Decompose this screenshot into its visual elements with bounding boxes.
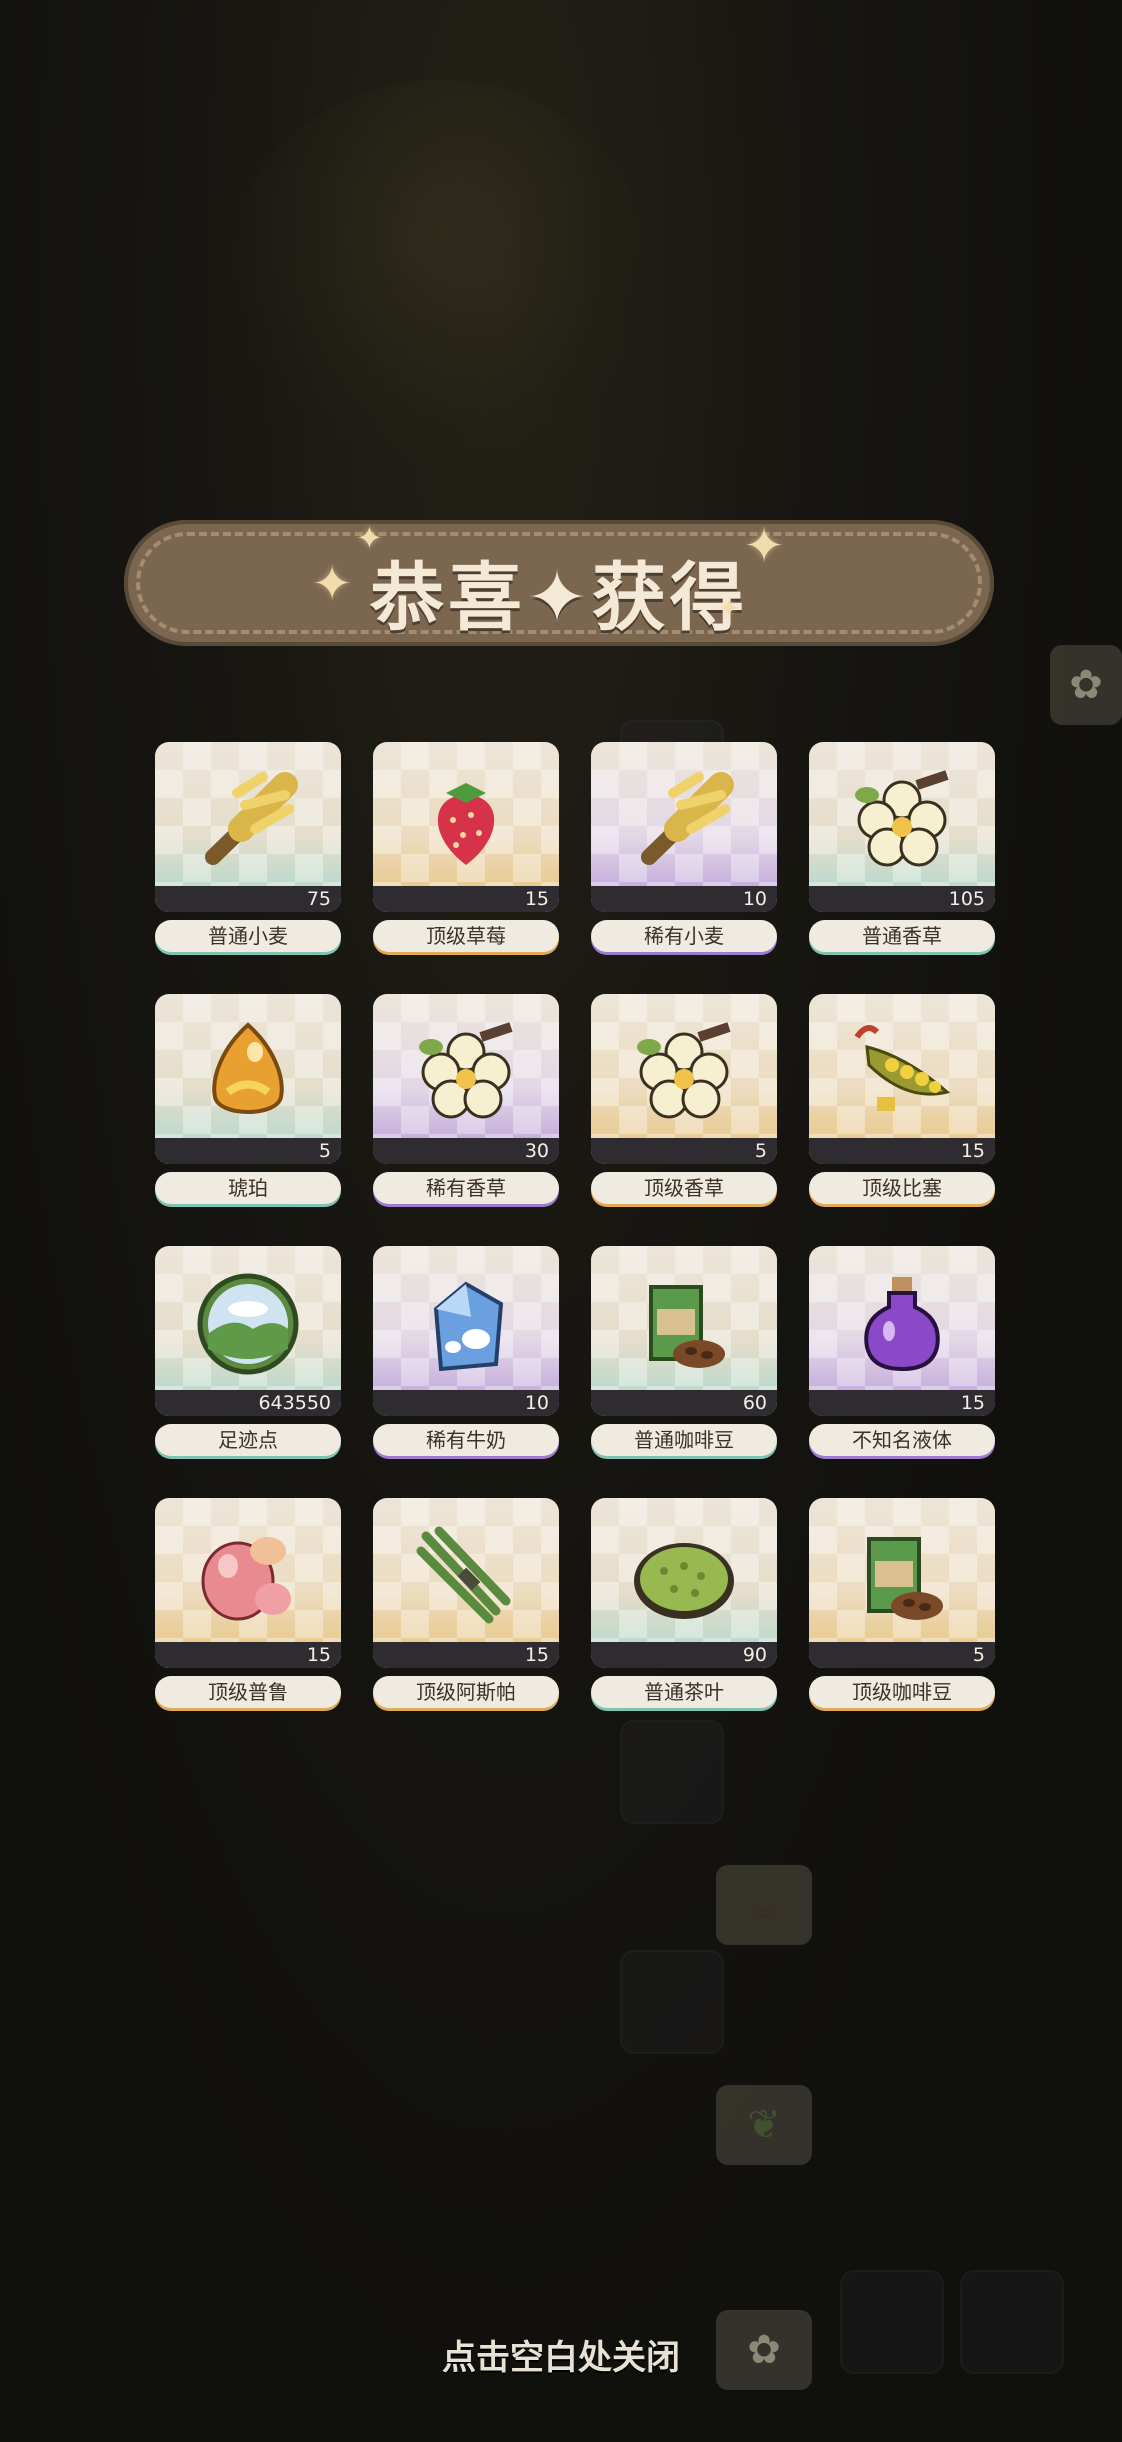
reward-card[interactable]: 5 琥珀 (155, 994, 341, 1212)
vanilla-flower-icon (842, 760, 962, 880)
strawberry-icon (406, 760, 526, 880)
reward-name: 不知名液体 (809, 1424, 995, 1456)
reward-frame: 15 (373, 1498, 559, 1668)
sparkle-icon: ✦ (744, 518, 785, 574)
reward-name: 稀有小麦 (591, 920, 777, 952)
reward-frame: 10 (591, 742, 777, 912)
reward-count: 105 (809, 886, 995, 912)
landscape-orb-icon (188, 1264, 308, 1384)
potion-bottle-icon (842, 1264, 962, 1384)
reward-count: 643550 (155, 1390, 341, 1416)
reward-frame: 105 (809, 742, 995, 912)
reward-frame: 75 (155, 742, 341, 912)
reward-frame: 15 (809, 1246, 995, 1416)
reward-name: 琥珀 (155, 1172, 341, 1204)
reward-frame: 60 (591, 1246, 777, 1416)
reward-count: 30 (373, 1138, 559, 1164)
reward-card[interactable]: 15 顶级普鲁 (155, 1498, 341, 1716)
reward-frame: 5 (155, 994, 341, 1164)
reward-frame: 643550 (155, 1246, 341, 1416)
tea-leaves-bowl-icon (624, 1516, 744, 1636)
reward-count: 5 (591, 1138, 777, 1164)
reward-card[interactable]: 15 顶级比塞 (809, 994, 995, 1212)
banner-title: 恭喜✦获得 (369, 555, 748, 641)
reward-count: 5 (809, 1642, 995, 1668)
reward-card[interactable]: 5 顶级香草 (591, 994, 777, 1212)
reward-name: 稀有牛奶 (373, 1424, 559, 1456)
reward-frame: 5 (809, 1498, 995, 1668)
reward-card[interactable]: 10 稀有小麦 (591, 742, 777, 960)
sparkle-icon: ✦ (312, 556, 353, 612)
reward-name: 顶级普鲁 (155, 1676, 341, 1708)
reward-card[interactable]: 10 稀有牛奶 (373, 1246, 559, 1464)
reward-name: 普通咖啡豆 (591, 1424, 777, 1456)
reward-card[interactable]: 60 普通咖啡豆 (591, 1246, 777, 1464)
coffee-bag-icon (624, 1264, 744, 1384)
reward-name: 顶级草莓 (373, 920, 559, 952)
reward-name: 顶级咖啡豆 (809, 1676, 995, 1708)
title-banner: 恭喜✦获得 ✦ ✦ ✦ ✦ (124, 520, 994, 646)
amber-icon (188, 1012, 308, 1132)
pink-fruit-icon (188, 1516, 308, 1636)
reward-count: 10 (591, 886, 777, 912)
reward-card[interactable]: 15 顶级草莓 (373, 742, 559, 960)
reward-name: 普通小麦 (155, 920, 341, 952)
reward-count: 90 (591, 1642, 777, 1668)
reward-card[interactable]: 75 普通小麦 (155, 742, 341, 960)
reward-name: 普通茶叶 (591, 1676, 777, 1708)
wheat-icon (624, 760, 744, 880)
reward-frame: 15 (155, 1498, 341, 1668)
coffee-bag-icon (842, 1516, 962, 1636)
reward-card[interactable]: 643550 足迹点 (155, 1246, 341, 1464)
reward-count: 15 (155, 1642, 341, 1668)
reward-name: 顶级香草 (591, 1172, 777, 1204)
reward-count: 5 (155, 1138, 341, 1164)
reward-name: 稀有香草 (373, 1172, 559, 1204)
reward-name: 顶级阿斯帕 (373, 1676, 559, 1708)
reward-name: 普通香草 (809, 920, 995, 952)
reward-count: 15 (373, 1642, 559, 1668)
reward-frame: 30 (373, 994, 559, 1164)
pea-pod-icon (842, 1012, 962, 1132)
reward-card[interactable]: 5 顶级咖啡豆 (809, 1498, 995, 1716)
reward-frame: 15 (809, 994, 995, 1164)
wheat-icon (188, 760, 308, 880)
reward-count: 15 (809, 1390, 995, 1416)
reward-name: 足迹点 (155, 1424, 341, 1456)
sparkle-icon: ✦ (718, 594, 740, 624)
reward-frame: 10 (373, 1246, 559, 1416)
milk-carton-icon (406, 1264, 526, 1384)
sparkle-icon: ✦ (356, 519, 383, 557)
asparagus-icon (406, 1516, 526, 1636)
reward-grid: 75 普通小麦 15 顶级草莓 10 稀有小麦 105 普通香草 5 琥珀 30 稀有香草 5 顶级香草 1… (155, 742, 997, 1716)
reward-frame: 5 (591, 994, 777, 1164)
vanilla-flower-icon (624, 1012, 744, 1132)
reward-name: 顶级比塞 (809, 1172, 995, 1204)
reward-count: 15 (373, 886, 559, 912)
reward-count: 75 (155, 886, 341, 912)
reward-card[interactable]: 15 顶级阿斯帕 (373, 1498, 559, 1716)
reward-count: 15 (809, 1138, 995, 1164)
vanilla-flower-icon (406, 1012, 526, 1132)
reward-frame: 90 (591, 1498, 777, 1668)
reward-card[interactable]: 90 普通茶叶 (591, 1498, 777, 1716)
reward-card[interactable]: 105 普通香草 (809, 742, 995, 960)
reward-count: 60 (591, 1390, 777, 1416)
reward-card[interactable]: 15 不知名液体 (809, 1246, 995, 1464)
reward-count: 10 (373, 1390, 559, 1416)
close-hint[interactable]: 点击空白处关闭 (0, 2330, 1122, 2379)
reward-frame: 15 (373, 742, 559, 912)
reward-card[interactable]: 30 稀有香草 (373, 994, 559, 1212)
